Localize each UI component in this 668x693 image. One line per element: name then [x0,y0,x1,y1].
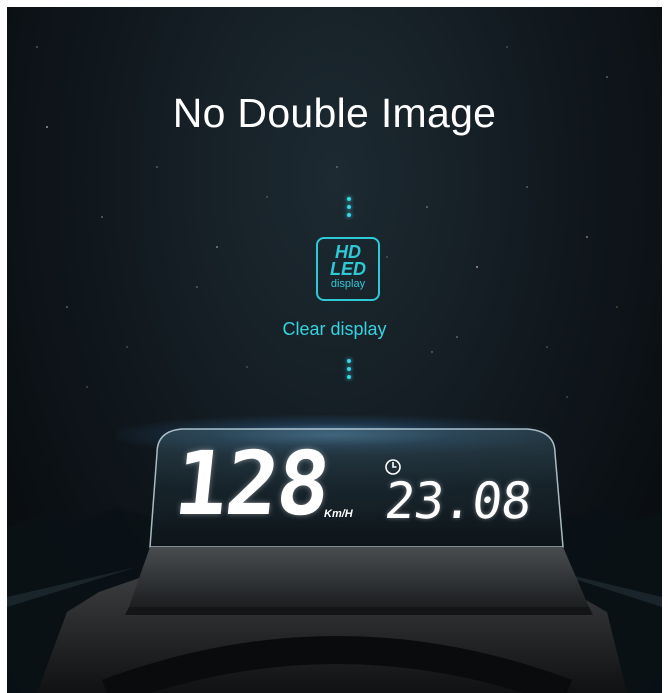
speed-unit: Km/H [324,508,353,520]
speed-readout: 128 [169,432,334,535]
time-readout: 23.08 [381,472,534,530]
hud-device [37,428,627,693]
hud-product-photo: No Double Image HD LED display Clear dis… [7,7,662,693]
hud-base [129,547,589,607]
